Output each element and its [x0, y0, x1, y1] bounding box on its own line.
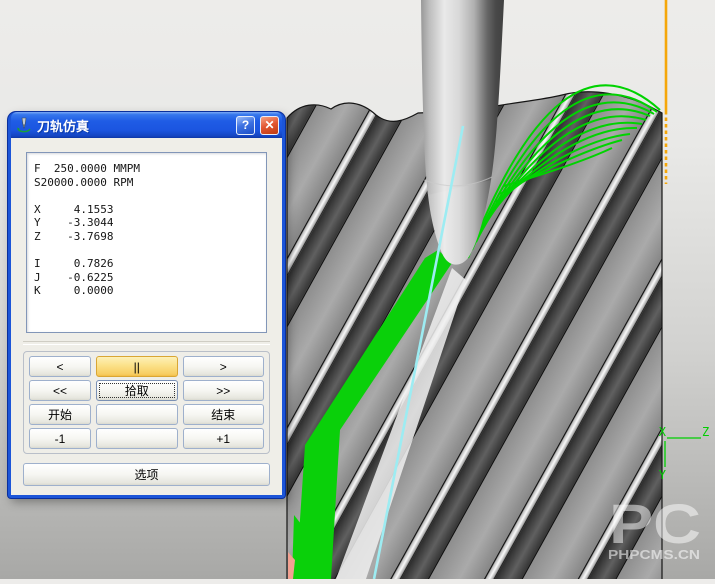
axis-label-x: X: [659, 425, 667, 439]
playback-button-panel: < || > << 拾取 >> 开始 结束 -1 +1: [23, 351, 270, 454]
pause-button[interactable]: ||: [96, 356, 178, 377]
readout-k: K 0.0000: [34, 284, 259, 298]
plus-one-button[interactable]: +1: [183, 428, 265, 449]
dialog-title: 刀轨仿真: [37, 116, 231, 135]
fast-backward-button[interactable]: <<: [29, 380, 91, 401]
axis-label-y: Y: [659, 468, 667, 482]
step-forward-button[interactable]: >: [183, 356, 265, 377]
options-button[interactable]: 选项: [23, 463, 270, 486]
fast-forward-button[interactable]: >>: [183, 380, 265, 401]
watermark-logo: PC: [609, 492, 701, 555]
readout-z: Z -3.7698: [34, 230, 259, 244]
axis-triad: X Z Y: [659, 425, 709, 482]
axis-label-z: Z: [702, 425, 709, 439]
readout-blank-2: [34, 244, 259, 258]
start-button[interactable]: 开始: [29, 404, 91, 425]
divider: [23, 341, 270, 345]
close-icon[interactable]: ✕: [260, 116, 279, 135]
blank-button-1[interactable]: [96, 404, 178, 425]
pick-button[interactable]: 拾取: [96, 380, 178, 401]
minus-one-button[interactable]: -1: [29, 428, 91, 449]
readout-i: I 0.7826: [34, 257, 259, 271]
dialog-titlebar[interactable]: 刀轨仿真 ? ✕: [11, 112, 282, 138]
blank-button-2[interactable]: [96, 428, 178, 449]
watermark-site: PHPCMS.CN: [608, 547, 700, 562]
watermark: PC PHPCMS.CN: [608, 492, 701, 562]
readout-feed: F 250.0000 MMPM: [34, 162, 259, 176]
dialog-body: F 250.0000 MMPM S20000.0000 RPM X 4.1553…: [11, 138, 282, 495]
dialog-icon: [16, 117, 32, 133]
help-button[interactable]: ?: [236, 116, 255, 135]
readout-y: Y -3.3044: [34, 216, 259, 230]
end-button[interactable]: 结束: [183, 404, 265, 425]
position-readout: F 250.0000 MMPM S20000.0000 RPM X 4.1553…: [26, 152, 267, 333]
readout-blank-1: [34, 189, 259, 203]
step-back-button[interactable]: <: [29, 356, 91, 377]
readout-j: J -0.6225: [34, 271, 259, 285]
toolpath-sim-dialog: 刀轨仿真 ? ✕ F 250.0000 MMPM S20000.0000 RPM…: [8, 112, 285, 498]
readout-x: X 4.1553: [34, 203, 259, 217]
readout-speed: S20000.0000 RPM: [34, 176, 259, 190]
